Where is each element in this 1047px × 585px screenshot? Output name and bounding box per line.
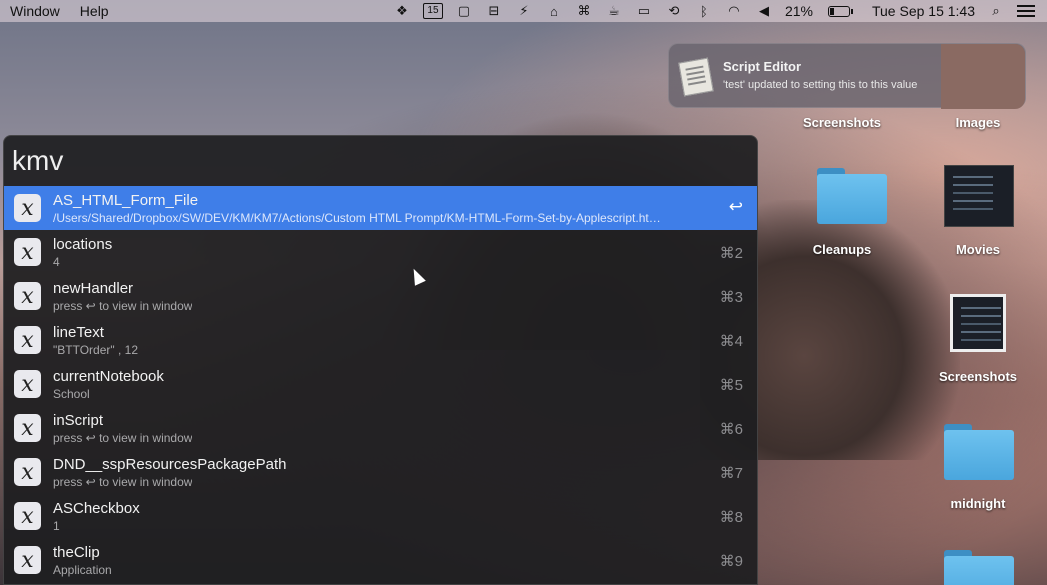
time-machine-icon[interactable]: ⟲ bbox=[665, 3, 683, 19]
desktop-label-cleanups[interactable]: Cleanups bbox=[782, 242, 902, 257]
script-editor-icon bbox=[678, 57, 714, 97]
result-title: newHandler bbox=[53, 280, 134, 297]
result-shortcut: ⌘3 bbox=[719, 289, 743, 306]
variable-icon: 𝑥 bbox=[14, 502, 41, 530]
result-subtitle: Application bbox=[53, 563, 112, 577]
variable-icon: 𝑥 bbox=[14, 370, 41, 398]
notification-title: Script Editor bbox=[723, 59, 802, 74]
result-title: locations bbox=[53, 236, 113, 253]
result-title: DND__sspResourcesPackagePath bbox=[53, 456, 287, 473]
result-shortcut: ⌘7 bbox=[719, 465, 743, 482]
battery-level bbox=[829, 7, 835, 15]
folder-icon[interactable] bbox=[944, 424, 1014, 480]
result-subtitle: /Users/Shared/Dropbox/SW/DEV/KM/KM7/Acti… bbox=[53, 211, 661, 225]
notification-center-icon[interactable] bbox=[1017, 5, 1035, 17]
command-icon[interactable]: ⌘ bbox=[575, 3, 593, 19]
desktop-label-midnight[interactable]: midnight bbox=[918, 496, 1038, 511]
result-subtitle: press ↩ to view in window bbox=[53, 431, 193, 445]
volume-icon[interactable]: ◀ bbox=[755, 3, 773, 19]
result-subtitle: 1 bbox=[53, 519, 60, 533]
result-shortcut: ⌘2 bbox=[719, 245, 743, 262]
search-field[interactable] bbox=[4, 136, 757, 186]
result-shortcut: ⌘4 bbox=[719, 333, 743, 350]
result-title: inScript bbox=[53, 412, 104, 429]
result-row[interactable]: 𝑥 ASCheckbox 1 ⌘8 bbox=[4, 494, 757, 538]
result-shortcut: ⌘9 bbox=[719, 553, 743, 570]
menu-window[interactable]: Window bbox=[0, 3, 70, 19]
desktop-label-screenshots[interactable]: Screenshots bbox=[782, 115, 902, 130]
result-row[interactable]: 𝑥 currentNotebook School ⌘5 bbox=[4, 362, 757, 406]
result-row[interactable]: 𝑥 lineText "BTTOrder" , 12 ⌘4 bbox=[4, 318, 757, 362]
battery-icon[interactable] bbox=[827, 5, 853, 17]
variable-icon: 𝑥 bbox=[14, 194, 41, 222]
result-title: currentNotebook bbox=[53, 368, 164, 385]
result-subtitle: "BTTOrder" , 12 bbox=[53, 343, 138, 357]
result-row[interactable]: 𝑥 theClip Application ⌘9 bbox=[4, 538, 757, 582]
search-icon[interactable]: ⌕ bbox=[987, 3, 1005, 19]
result-row[interactable]: 𝑥 inScript press ↩ to view in window ⌘6 bbox=[4, 406, 757, 450]
result-subtitle: 4 bbox=[53, 255, 60, 269]
cup-icon[interactable]: ☕ bbox=[605, 3, 623, 19]
variable-icon: 𝑥 bbox=[14, 546, 41, 574]
menu-help[interactable]: Help bbox=[70, 3, 119, 19]
result-subtitle: press ↩ to view in window bbox=[53, 299, 193, 313]
result-shortcut: ⌘8 bbox=[719, 509, 743, 526]
result-shortcut: ⌘5 bbox=[719, 377, 743, 394]
screenshots-thumbnail[interactable] bbox=[950, 294, 1006, 352]
launcher-panel: 𝑥 AS_HTML_Form_File/Users/Shared/Dropbox/… bbox=[3, 135, 758, 585]
folder-icon[interactable] bbox=[817, 168, 887, 224]
result-subtitle: press ↩ to view in window bbox=[53, 475, 193, 489]
variable-icon: 𝑥 bbox=[14, 458, 41, 486]
result-row[interactable]: 𝑥 locations 4 ⌘2 bbox=[4, 230, 757, 274]
window-icon[interactable]: ▢ bbox=[455, 3, 473, 19]
notification-banner[interactable]: Script Editor 'test' updated to setting … bbox=[668, 43, 1026, 109]
notification-body: 'test' updated to setting this to this v… bbox=[723, 79, 918, 91]
result-shortcut: ↩ bbox=[728, 197, 743, 216]
desktop-label-screenshots-2[interactable]: Screenshots bbox=[918, 369, 1038, 384]
keyboard-maestro-icon[interactable]: ⌂ bbox=[545, 3, 563, 19]
status-area: ❖ 15 ▢ ⊟ ⚡ ⌂ ⌘ ☕ ▭ ⟲ ᛒ ◠ ◀ 21% Tue Sep 1… bbox=[393, 3, 1047, 19]
variable-icon: 𝑥 bbox=[14, 238, 41, 266]
search-input[interactable] bbox=[12, 145, 612, 177]
folder-icon[interactable] bbox=[944, 550, 1014, 585]
variable-icon: 𝑥 bbox=[14, 326, 41, 354]
result-subtitle: School bbox=[53, 387, 90, 401]
result-title: ASCheckbox bbox=[53, 500, 140, 517]
result-row[interactable]: 𝑥 AS_HTML_Form_File/Users/Shared/Dropbox/… bbox=[4, 186, 757, 230]
notification-thumbnail bbox=[941, 44, 1025, 109]
movies-thumbnail[interactable] bbox=[944, 165, 1014, 227]
result-shortcut: ⌘6 bbox=[719, 421, 743, 438]
menu-bar: Window Help ❖ 15 ▢ ⊟ ⚡ ⌂ ⌘ ☕ ▭ ⟲ ᛒ ◠ ◀ 2… bbox=[0, 0, 1047, 22]
variable-icon: 𝑥 bbox=[14, 414, 41, 442]
control-icon[interactable]: ⊟ bbox=[485, 3, 503, 19]
variable-icon: 𝑥 bbox=[14, 282, 41, 310]
desktop-label-movies[interactable]: Movies bbox=[918, 242, 1038, 257]
bluetooth-icon[interactable]: ᛒ bbox=[695, 3, 713, 19]
airplay-icon[interactable]: ▭ bbox=[635, 3, 653, 19]
result-title: theClip bbox=[53, 544, 100, 561]
result-row[interactable]: 𝑥 newHandler press ↩ to view in window ⌘3 bbox=[4, 274, 757, 318]
desktop-label-images[interactable]: Images bbox=[918, 115, 1038, 130]
wifi-icon[interactable]: ◠ bbox=[725, 3, 743, 19]
dropbox-icon[interactable]: ❖ bbox=[393, 3, 411, 19]
result-row[interactable]: 𝑥 DND__sspResourcesPackagePathpress ↩ to … bbox=[4, 450, 757, 494]
bolt-icon[interactable]: ⚡ bbox=[515, 3, 533, 19]
result-title: lineText bbox=[53, 324, 104, 341]
battery-percent[interactable]: 21% bbox=[785, 3, 813, 19]
calendar-icon[interactable]: 15 bbox=[422, 3, 443, 19]
menu-clock[interactable]: Tue Sep 15 1:43 bbox=[872, 3, 975, 19]
results-list: 𝑥 AS_HTML_Form_File/Users/Shared/Dropbox/… bbox=[4, 186, 757, 582]
result-title: AS_HTML_Form_File bbox=[53, 192, 199, 209]
